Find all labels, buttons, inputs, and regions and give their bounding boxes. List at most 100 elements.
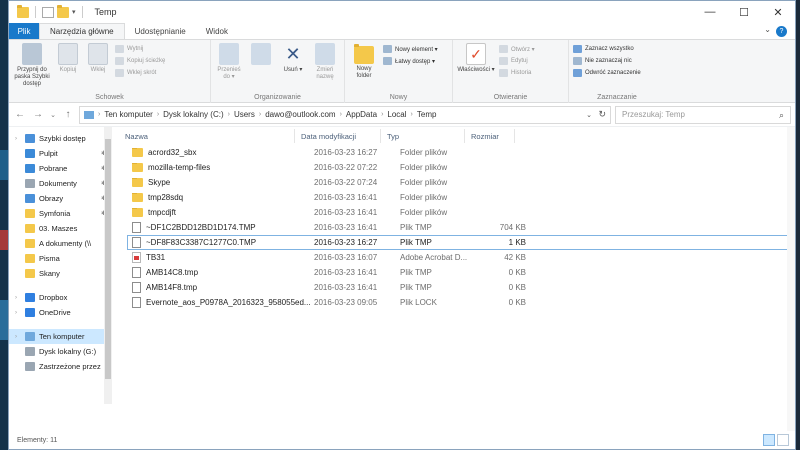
nav-item[interactable]: Dysk lokalny (G:) (9, 344, 112, 359)
properties-icon[interactable] (42, 6, 54, 18)
file-row[interactable]: Skype 2016-03-22 07:24 Folder plików (127, 175, 795, 190)
tab-file[interactable]: Plik (9, 23, 39, 39)
history-button[interactable]: Historia (499, 69, 535, 77)
recent-locations-icon[interactable]: ⌄ (49, 106, 57, 124)
chevron-right-icon[interactable]: › (15, 136, 21, 142)
folder-icon (25, 269, 35, 278)
file-row[interactable]: Evernote_aos_P0978A_2016323_958055ed... 2… (127, 295, 795, 310)
nav-item[interactable]: › Ten komputer (9, 329, 112, 344)
easy-access-button[interactable]: Łatwy dostęp ▾ (383, 57, 438, 65)
file-type: Folder plików (400, 193, 448, 202)
column-name-header[interactable]: Nazwa (113, 129, 295, 143)
file-name: Evernote_aos_P0978A_2016323_958055ed... (146, 298, 310, 307)
nav-item[interactable]: Pulpit✱ (9, 146, 112, 161)
select-all-button[interactable]: Zaznacz wszystko (573, 45, 641, 53)
help-icon[interactable]: ? (776, 26, 787, 37)
breadcrumb-temp[interactable]: Temp (417, 110, 437, 119)
column-size-header[interactable]: Rozmiar (465, 129, 515, 143)
file-name-cell: acrord32_sbx (128, 148, 310, 157)
paste-shortcut-button[interactable]: Wklej skrót (115, 69, 165, 77)
breadcrumb-appdata[interactable]: AppData (346, 110, 377, 119)
nav-item[interactable]: › Dropbox (9, 290, 112, 305)
computer-icon (25, 332, 35, 341)
file-row[interactable]: ~DF8F83C3387C1277C0.TMP 2016-03-23 16:27 P… (127, 235, 795, 250)
column-modified-header[interactable]: Data modyfikacji (295, 129, 381, 143)
folder-icon (132, 178, 143, 187)
address-dropdown-icon[interactable]: ⌄ (586, 111, 592, 119)
file-name: Skype (148, 178, 171, 187)
ribbon-collapse-icon[interactable]: ⌄ (764, 25, 771, 34)
breadcrumb-user[interactable]: dawo@outlook.com (265, 110, 335, 119)
divider (35, 6, 36, 18)
file-row[interactable]: AMB14F8.tmp 2016-03-23 16:41 Plik TMP 0 KB (127, 280, 795, 295)
breadcrumb-local[interactable]: Local (387, 110, 406, 119)
nav-item[interactable]: Obrazy✱ (9, 191, 112, 206)
select-group-label: Zaznaczanie (597, 94, 637, 101)
breadcrumb-users[interactable]: Users (234, 110, 255, 119)
nav-item[interactable]: Skany (9, 266, 112, 281)
ribbon: Przypnij do paska Szybki dostęp Kopiuj W… (9, 40, 795, 103)
file-row[interactable]: TB31 2016-03-23 16:07 Adobe Acrobat D... 42… (127, 250, 795, 265)
ribbon-tabs: Plik Narzędzia główne Udostępnianie Wido… (9, 23, 795, 40)
large-icons-view-icon[interactable] (777, 434, 789, 446)
nav-item[interactable]: A dokumenty (\\ (9, 236, 112, 251)
new-item-button[interactable]: Nowy element ▾ (383, 45, 438, 53)
new-folder-icon[interactable] (57, 4, 69, 18)
nav-item[interactable]: Pobrane✱ (9, 161, 112, 176)
maximize-button[interactable]: ☐ (727, 1, 761, 23)
nav-item[interactable]: Pisma (9, 251, 112, 266)
refresh-icon[interactable]: ↻ (598, 109, 606, 120)
nav-item[interactable]: Dokumenty✱ (9, 176, 112, 191)
chevron-right-icon[interactable]: › (15, 334, 21, 340)
vertical-scrollbar[interactable] (787, 127, 795, 432)
chevron-right-icon[interactable]: › (15, 310, 21, 316)
file-row[interactable]: ~DF1C2BDD12BD1D174.TMP 2016-03-23 16:41 Pl… (127, 220, 795, 235)
file-row[interactable]: AMB14C8.tmp 2016-03-23 16:41 Plik TMP 0 KB (127, 265, 795, 280)
file-modified: 2016-03-23 09:05 (314, 298, 378, 307)
up-arrow-icon[interactable]: ↑ (61, 106, 75, 124)
crumb-separator: › (410, 111, 413, 118)
forward-arrow-icon[interactable]: → (31, 106, 45, 124)
file-row[interactable]: mozilla-temp-files 2016-03-22 07:22 Folder… (127, 160, 795, 175)
file-icon (132, 297, 141, 308)
nav-item[interactable]: Zastrzeżone przez (9, 359, 112, 374)
nav-item[interactable]: › Szybki dostęp (9, 131, 112, 146)
close-button[interactable]: ✕ (761, 1, 795, 23)
star-icon (25, 134, 35, 143)
search-input[interactable]: Przeszukaj: Temp ⌕ (615, 105, 791, 124)
search-placeholder: Przeszukaj: Temp (622, 110, 685, 119)
column-type-header[interactable]: Typ (381, 129, 465, 143)
breadcrumb-local-disk[interactable]: Dysk lokalny (C:) (163, 110, 223, 119)
details-view-icon[interactable] (763, 434, 775, 446)
nav-scrollbar[interactable] (104, 127, 112, 404)
select-none-button[interactable]: Nie zaznaczaj nic (573, 57, 641, 65)
nav-item[interactable]: 03. Maszes (9, 221, 112, 236)
invert-selection-button[interactable]: Odwróć zaznaczenie (573, 69, 641, 77)
open-button[interactable]: Otwórz ▾ (499, 45, 535, 53)
copy-path-button[interactable]: Kopiuj ścieżkę (115, 57, 165, 65)
breadcrumb-this-pc[interactable]: Ten komputer (104, 110, 152, 119)
tab-home[interactable]: Narzędzia główne (39, 23, 125, 39)
file-type: Folder plików (400, 148, 448, 157)
back-arrow-icon[interactable]: ← (13, 106, 27, 124)
file-name-cell: ~DF1C2BDD12BD1D174.TMP (128, 222, 310, 233)
quick-access-dropdown-icon[interactable]: ▾ (72, 8, 76, 16)
folder-icon (25, 224, 35, 233)
nav-scrollbar-thumb[interactable] (105, 139, 111, 379)
chevron-right-icon[interactable]: › (15, 295, 21, 301)
ribbon-group-clipboard: Przypnij do paska Szybki dostęp Kopiuj W… (9, 40, 211, 103)
minimize-button[interactable]: — (693, 1, 727, 23)
file-name-cell: Evernote_aos_P0978A_2016323_958055ed... (128, 297, 310, 308)
file-row[interactable]: tmpcdjft 2016-03-23 16:41 Folder plików (127, 205, 795, 220)
nav-item[interactable]: › OneDrive (9, 305, 112, 320)
cut-button[interactable]: Wytnij (115, 45, 165, 53)
tab-view[interactable]: Widok (196, 23, 238, 39)
search-icon: ⌕ (778, 109, 784, 120)
file-row[interactable]: tmp28sdq 2016-03-23 16:41 Folder plików (127, 190, 795, 205)
file-row[interactable]: acrord32_sbx 2016-03-23 16:27 Folder plikó… (127, 145, 795, 160)
tab-share[interactable]: Udostępnianie (125, 23, 196, 39)
open-group-label: Otwieranie (493, 94, 528, 101)
nav-item[interactable]: Symfonia✱ (9, 206, 112, 221)
address-bar[interactable]: › Ten komputer › Dysk lokalny (C:) › Use… (79, 105, 611, 124)
edit-button[interactable]: Edytuj (499, 57, 535, 65)
